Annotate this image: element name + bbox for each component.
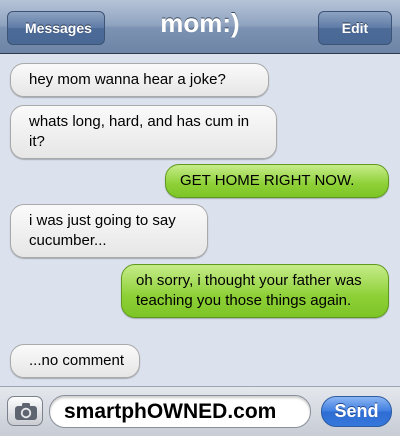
- edit-button[interactable]: Edit: [318, 11, 392, 45]
- message-bubble-outgoing: GET HOME RIGHT NOW.: [165, 164, 389, 198]
- message-bubble-incoming: i was just going to say cucumber...: [10, 204, 208, 258]
- message-input[interactable]: smartphOWNED.com: [49, 395, 311, 428]
- compose-bar: smartphOWNED.com Send: [0, 386, 400, 436]
- message-bubble-incoming: whats long, hard, and has cum in it?: [10, 105, 277, 159]
- message-bubble-outgoing: oh sorry, i thought your father was teac…: [121, 264, 389, 318]
- camera-button[interactable]: [7, 396, 43, 426]
- message-thread: hey mom wanna hear a joke? whats long, h…: [0, 55, 400, 383]
- send-button[interactable]: Send: [321, 396, 392, 427]
- message-bubble-incoming: ...no comment: [10, 344, 140, 378]
- message-bubble-incoming: hey mom wanna hear a joke?: [10, 63, 269, 97]
- camera-icon: [15, 403, 37, 420]
- nav-bar: Messages mom:) Edit: [0, 0, 400, 54]
